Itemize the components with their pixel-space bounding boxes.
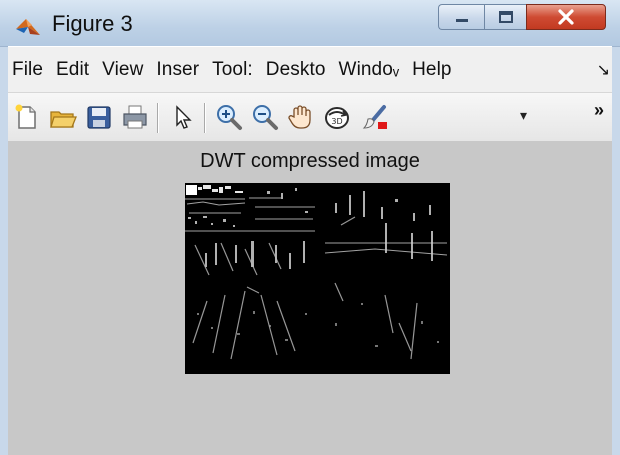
menu-insert[interactable]: Inser: [152, 59, 208, 81]
rotate-3d-icon[interactable]: 3D: [322, 103, 352, 131]
close-icon: [558, 9, 574, 25]
dwt-compressed-image: [185, 183, 450, 374]
print-icon[interactable]: [120, 103, 150, 131]
menu-window[interactable]: Windoᵥ: [335, 59, 409, 81]
pointer-icon[interactable]: [168, 103, 198, 131]
brush-icon[interactable]: [360, 103, 390, 131]
dwt-image-content: [185, 183, 450, 374]
menu-desktop[interactable]: Deskto: [262, 59, 335, 81]
menu-tools[interactable]: Tool:: [208, 59, 262, 81]
figure-window: Figure 3 File Edit View Inser Tool: Desk…: [0, 0, 620, 455]
menu-file[interactable]: File: [8, 59, 52, 81]
figure-toolbar: 3D ▾ »: [8, 92, 612, 142]
figure-canvas: DWT compressed image: [8, 141, 612, 455]
maximize-icon: [498, 11, 513, 23]
save-icon[interactable]: [84, 103, 114, 131]
svg-text:3D: 3D: [331, 117, 342, 126]
menu-edit[interactable]: Edit: [52, 59, 98, 81]
zoom-out-icon[interactable]: [250, 103, 280, 131]
close-button[interactable]: [526, 4, 606, 30]
toolbar-separator: [204, 103, 205, 133]
menu-view[interactable]: View: [98, 59, 152, 81]
minimize-button[interactable]: [438, 4, 484, 30]
maximize-button[interactable]: [484, 4, 526, 30]
menu-bar: File Edit View Inser Tool: Deskto Windoᵥ…: [8, 46, 612, 93]
toolbar-separator: [157, 103, 158, 133]
open-file-icon[interactable]: [48, 103, 78, 131]
zoom-in-icon[interactable]: [214, 103, 244, 131]
menu-overflow-icon[interactable]: ↘: [597, 60, 610, 80]
new-figure-icon[interactable]: [12, 103, 42, 131]
toolbar-overflow-button[interactable]: »: [594, 100, 604, 121]
minimize-icon: [455, 19, 468, 22]
matlab-logo-icon: [16, 19, 40, 35]
pan-hand-icon[interactable]: [286, 103, 316, 131]
window-title: Figure 3: [52, 11, 133, 36]
caption-buttons: [438, 4, 606, 32]
title-bar[interactable]: Figure 3: [0, 0, 620, 47]
menu-help[interactable]: Help: [408, 59, 460, 81]
brush-dropdown-button[interactable]: ▾: [520, 107, 527, 124]
axes-title: DWT compressed image: [200, 150, 420, 172]
